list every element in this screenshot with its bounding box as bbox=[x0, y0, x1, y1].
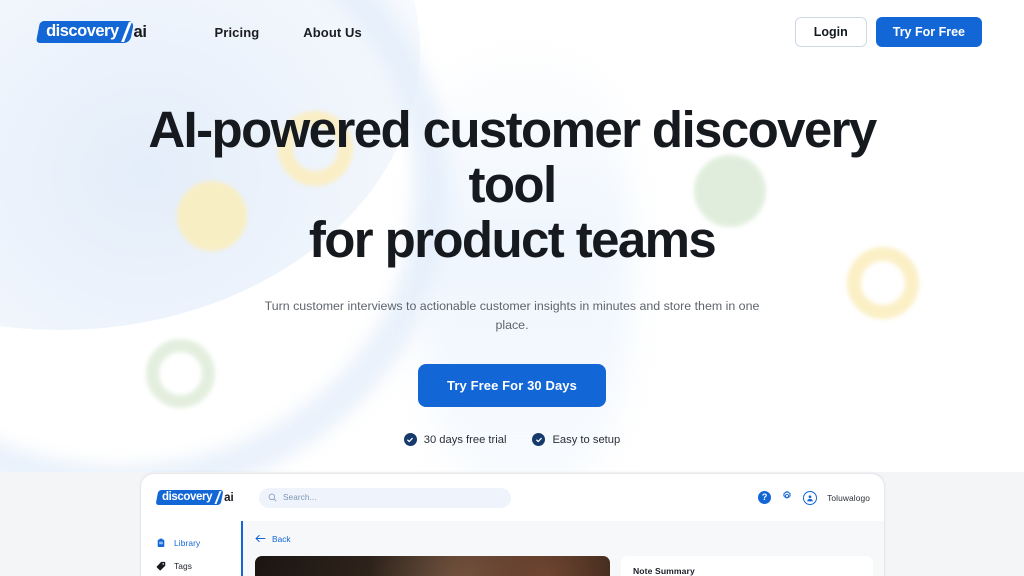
badge-easy-setup-label: Easy to setup bbox=[552, 433, 621, 446]
app-topbar-actions: ? Toluwalogo bbox=[758, 489, 870, 507]
app-logo-slab: discovery bbox=[155, 490, 224, 505]
back-button-label: Back bbox=[272, 534, 291, 544]
back-button[interactable]: Back bbox=[243, 530, 873, 548]
hero-title-line-2: tool bbox=[468, 156, 557, 213]
landing-page: discovery ai Pricing About Us Login Try … bbox=[0, 0, 1024, 576]
app-logo-suffix: ai bbox=[224, 491, 234, 504]
sidebar-item-library[interactable]: Library bbox=[155, 531, 241, 554]
badge-free-trial: 30 days free trial bbox=[403, 433, 507, 446]
app-content-row: Note Summary bbox=[243, 556, 873, 576]
check-icon bbox=[532, 433, 546, 446]
app-logo-word: discovery bbox=[162, 491, 213, 503]
interview-video-thumbnail[interactable] bbox=[255, 556, 610, 576]
sidebar-item-tags-label: Tags bbox=[174, 560, 193, 571]
app-body: Library Tags Back Note Summary bbox=[141, 521, 884, 576]
logo-mark: discovery ai bbox=[35, 20, 147, 44]
brand-logo[interactable]: discovery ai bbox=[35, 20, 147, 44]
app-sidebar: Library Tags bbox=[141, 521, 241, 576]
note-summary-card: Note Summary bbox=[621, 556, 873, 576]
hero-badges: 30 days free trial Easy to setup bbox=[0, 433, 1024, 446]
search-input[interactable]: Search... bbox=[259, 487, 511, 508]
nav-actions: Login Try For Free bbox=[794, 17, 982, 47]
clipboard-icon bbox=[155, 537, 166, 548]
app-preview-window: discovery ai Search... ? Toluwalogo Libr… bbox=[140, 473, 885, 576]
badge-easy-setup: Easy to setup bbox=[532, 433, 620, 446]
question-mark-icon[interactable]: ? bbox=[758, 491, 772, 504]
tag-icon bbox=[155, 560, 166, 571]
search-placeholder-text: Search... bbox=[283, 493, 317, 502]
hero-title-line-1: AI-powered customer discovery bbox=[148, 101, 877, 158]
try-for-free-button[interactable]: Try For Free bbox=[875, 17, 982, 47]
note-summary-title: Note Summary bbox=[633, 566, 695, 576]
hero-cta-row: Try Free For 30 Days bbox=[0, 364, 1024, 407]
try-free-for-30-days-button[interactable]: Try Free For 30 Days bbox=[418, 364, 606, 407]
nav-link-about-us[interactable]: About Us bbox=[303, 25, 362, 40]
nav-links: Pricing About Us bbox=[215, 25, 362, 40]
hero-subtitle: Turn customer interviews to actionable c… bbox=[264, 299, 760, 332]
login-button[interactable]: Login bbox=[794, 17, 867, 47]
logo-suffix: ai bbox=[133, 22, 147, 41]
user-avatar-icon[interactable] bbox=[803, 490, 818, 505]
gear-icon[interactable] bbox=[781, 489, 793, 507]
app-main-panel: Back Note Summary bbox=[241, 521, 884, 576]
check-icon bbox=[403, 433, 417, 446]
sidebar-item-tags[interactable]: Tags bbox=[155, 554, 241, 576]
badge-free-trial-label: 30 days free trial bbox=[423, 433, 507, 446]
user-name-label: Toluwalogo bbox=[827, 492, 870, 503]
hero-title: AI-powered customer discovery tool for p… bbox=[112, 102, 912, 267]
app-topbar: discovery ai Search... ? Toluwalogo bbox=[141, 474, 884, 521]
top-navbar: discovery ai Pricing About Us Login Try … bbox=[0, 0, 1024, 64]
app-logo-slash-icon bbox=[214, 491, 222, 504]
search-icon bbox=[268, 489, 277, 507]
logo-slash-icon bbox=[120, 22, 132, 42]
hero-section: AI-powered customer discovery tool for p… bbox=[0, 64, 1024, 446]
logo-word: discovery bbox=[46, 22, 119, 40]
hero-title-line-3: for product teams bbox=[308, 211, 717, 268]
sidebar-item-library-label: Library bbox=[174, 537, 201, 548]
logo-slab: discovery bbox=[35, 21, 134, 43]
app-brand-logo[interactable]: discovery ai bbox=[155, 490, 249, 505]
nav-link-pricing[interactable]: Pricing bbox=[215, 25, 260, 40]
arrow-left-icon bbox=[255, 534, 266, 545]
